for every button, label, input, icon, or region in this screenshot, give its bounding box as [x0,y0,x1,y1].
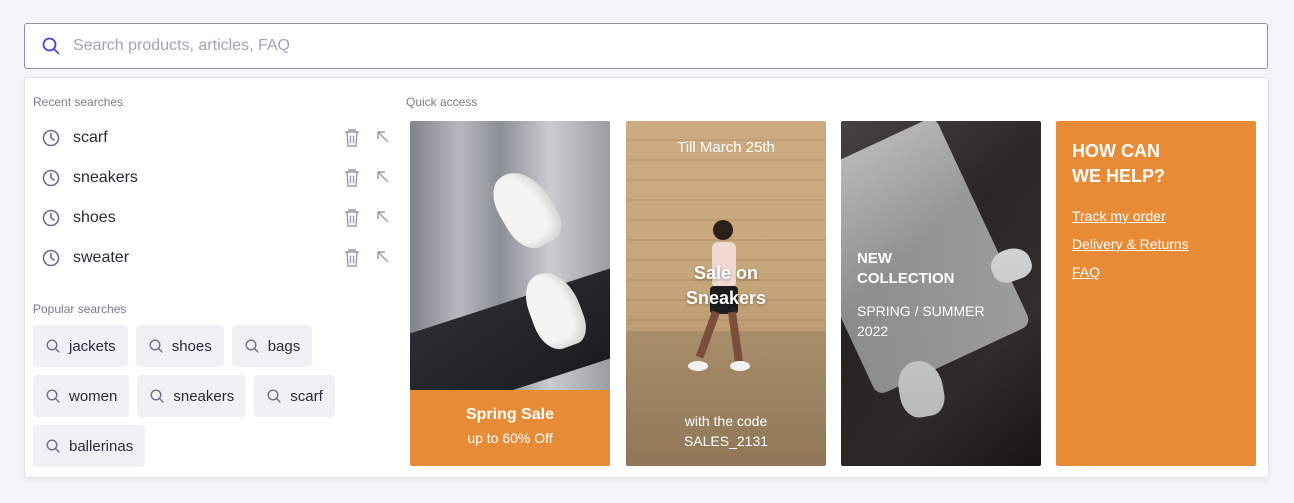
card-subtitle-line1: SPRING / SUMMER [857,303,985,319]
search-icon [266,388,282,404]
arrow-up-left-icon[interactable] [375,129,391,145]
chip-label: scarf [290,387,323,405]
spring-sale-card[interactable]: Spring Sale up to 60% Off [410,121,610,466]
arrow-up-left-icon[interactable] [375,249,391,265]
card-title: NEW COLLECTION [857,249,955,289]
sneaker-image [483,161,569,257]
search-icon [148,338,164,354]
quick-access-title: Quick access [406,95,478,109]
card-title: HOW CAN WE HELP? [1072,139,1165,189]
card-subtitle-line2: 2022 [857,323,889,339]
clock-icon [41,168,61,188]
card-title-line1: NEW [857,250,892,267]
clock-icon [41,208,61,228]
popular-search-chip[interactable]: shoes [135,325,224,367]
recent-searches-title: Recent searches [33,95,124,109]
search-icon [244,338,260,354]
search-icon [45,338,61,354]
card-title-line2: COLLECTION [857,270,955,287]
card-date: Till March 25th [677,139,775,156]
card-code-line2: SALES_2131 [683,433,769,449]
card-title-line2: WE HELP? [1072,166,1165,186]
popular-search-chip[interactable]: jackets [33,325,128,367]
chip-label: shoes [171,337,212,355]
help-card: HOW CAN WE HELP? Track my order Delivery… [1056,121,1256,466]
search-icon [45,388,61,404]
popular-searches-title: Popular searches [33,302,127,316]
popular-search-chip[interactable]: women [33,375,130,417]
recent-search-item[interactable]: sweater [33,238,393,278]
recent-search-item[interactable]: scarf [33,118,393,158]
chip-label: women [69,387,118,405]
chip-label: ballerinas [69,437,134,455]
spring-sale-banner: Spring Sale up to 60% Off [410,390,610,466]
recent-search-item[interactable]: sneakers [33,158,393,198]
delivery-returns-link[interactable]: Delivery & Returns [1072,235,1189,253]
clock-icon [41,248,61,268]
new-collection-card[interactable]: NEW COLLECTION SPRING / SUMMER 2022 [841,121,1041,466]
sneakers-sale-card[interactable]: Till March 25th Sale on Sneakers with th… [626,121,826,466]
help-links: Track my order Delivery & Returns FAQ [1072,207,1189,291]
arrow-up-left-icon[interactable] [375,209,391,225]
card-code-line1: with the code [684,413,768,429]
chip-label: jackets [69,337,116,355]
trash-icon[interactable] [343,208,361,228]
card-code-text: with the code SALES_2131 [626,411,826,451]
popular-search-chip[interactable]: sneakers [137,375,247,417]
card-title-line1: HOW CAN [1072,141,1160,161]
search-icon [45,438,61,454]
popular-search-chip[interactable]: bags [231,325,313,367]
clock-icon [41,128,61,148]
track-order-link[interactable]: Track my order [1072,207,1189,225]
trash-icon[interactable] [343,168,361,188]
card-title: Sale on Sneakers [626,261,826,311]
chip-label: bags [267,337,301,355]
card-subtitle: up to 60% Off [467,430,553,446]
popular-search-chip[interactable]: scarf [254,375,335,417]
overlay [841,121,1041,466]
search-suggestions-panel: Recent searches scarf sneakers shoes swe… [24,77,1269,478]
search-input[interactable] [73,24,1267,68]
recent-search-item[interactable]: shoes [33,198,393,238]
arrow-up-left-icon[interactable] [375,169,391,185]
search-bar[interactable] [24,23,1268,69]
faq-link[interactable]: FAQ [1072,263,1189,281]
card-title-text: Sale on Sneakers [685,263,767,308]
trash-icon[interactable] [343,128,361,148]
popular-search-chip[interactable]: ballerinas [33,425,146,467]
chip-label: sneakers [173,387,235,405]
search-icon [41,36,61,56]
popular-searches-list: jackets shoes bags women sneakers scarf … [33,325,373,475]
card-subtitle: SPRING / SUMMER 2022 [857,301,985,341]
trash-icon[interactable] [343,248,361,268]
search-icon [149,388,165,404]
recent-searches-list: scarf sneakers shoes sweater [33,118,393,278]
card-title: Spring Sale [465,406,555,423]
